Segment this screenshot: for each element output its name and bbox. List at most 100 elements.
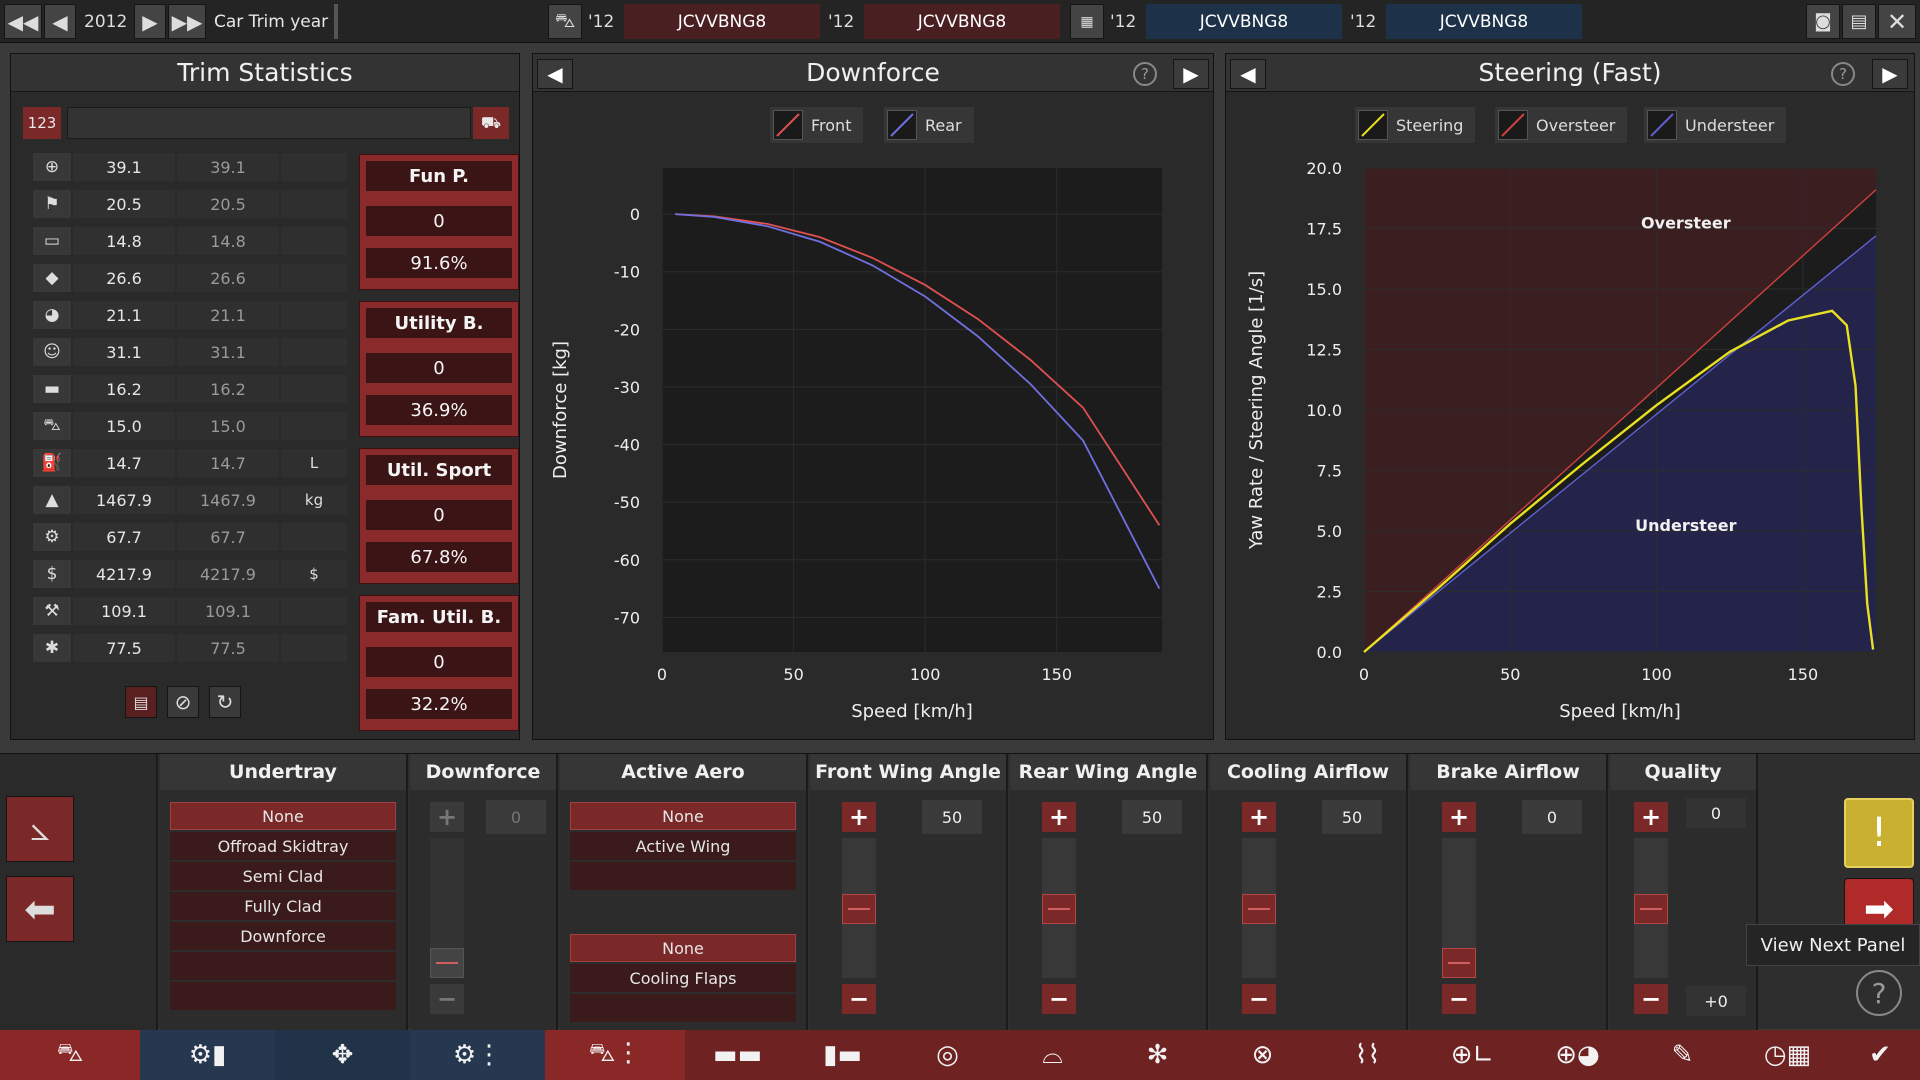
- nav-aero-icon[interactable]: ⌓: [1000, 1030, 1105, 1080]
- calculator-icon[interactable]: ▤: [1842, 4, 1876, 39]
- cooling-minus-button[interactable]: −: [1242, 984, 1276, 1014]
- front-wing-value[interactable]: 50: [922, 800, 982, 834]
- prev-graph-button[interactable]: ◀: [537, 59, 573, 89]
- downforce-slider-thumb[interactable]: [430, 948, 464, 978]
- nav-tuning-icon[interactable]: ✎: [1630, 1030, 1735, 1080]
- prev-year-button[interactable]: ◀: [44, 4, 76, 39]
- score-value: 0: [366, 647, 512, 677]
- active-wing-option-empty: [570, 862, 796, 890]
- nav-safety-icon[interactable]: ⊕◕: [1525, 1030, 1630, 1080]
- cooling-flaps-option[interactable]: Cooling Flaps: [570, 964, 796, 992]
- legend-swatch-understeer: [1647, 110, 1677, 140]
- demographic-score: Utility B. 0 36.9%: [359, 301, 519, 437]
- next-graph-button[interactable]: ▶: [1872, 59, 1908, 89]
- understeer-annotation: Understeer: [1635, 516, 1736, 535]
- help-icon[interactable]: ?: [1133, 62, 1157, 86]
- next-year-button[interactable]: ▶: [134, 4, 166, 39]
- compare-trim-2[interactable]: JCVVBNG8: [864, 4, 1060, 39]
- reset-icon[interactable]: ↻: [209, 686, 241, 718]
- nav-drivetrain-icon[interactable]: ⚙⋮: [410, 1030, 545, 1080]
- y-tick-label: 10.0: [1306, 401, 1342, 420]
- stat-unit: [281, 153, 347, 181]
- stat-row: ▬ 16.2 16.2: [33, 374, 347, 404]
- search-input[interactable]: [67, 107, 471, 139]
- engine-icon[interactable]: ▦: [1070, 4, 1104, 39]
- nav-wheels-icon[interactable]: ✻: [1105, 1030, 1210, 1080]
- stat-value: 26.6: [73, 264, 175, 292]
- rear-wing-minus-button[interactable]: −: [1042, 984, 1076, 1014]
- camera-icon[interactable]: ◙: [1806, 4, 1840, 39]
- cooling-value[interactable]: 50: [1322, 800, 1382, 834]
- rear-wing-value[interactable]: 50: [1122, 800, 1182, 834]
- nav-suspension-icon[interactable]: ✥: [275, 1030, 410, 1080]
- stat-compare-value: 20.5: [177, 190, 279, 218]
- skip-back-icon[interactable]: ◀◀: [4, 4, 42, 39]
- brake-minus-button[interactable]: −: [1442, 984, 1476, 1014]
- back-arrow-button[interactable]: ⬅: [6, 876, 74, 942]
- undertray-option-downforce[interactable]: Downforce: [170, 922, 396, 950]
- stat-value: 31.1: [73, 338, 175, 366]
- car-body-icon[interactable]: ⛍: [548, 4, 582, 39]
- clear-icon[interactable]: ⊘: [167, 686, 199, 718]
- skip-forward-icon[interactable]: ▶▶: [168, 4, 206, 39]
- nav-car-model-icon[interactable]: ⛍: [0, 1030, 140, 1080]
- legend-front: Front: [770, 107, 864, 143]
- next-graph-button[interactable]: ▶: [1173, 59, 1209, 89]
- cooling-flaps-option-none[interactable]: None: [570, 934, 796, 962]
- cooling-plus-button[interactable]: +: [1242, 802, 1276, 832]
- front-wing-plus-button[interactable]: +: [842, 802, 876, 832]
- prev-graph-button[interactable]: ◀: [1230, 59, 1266, 89]
- compare-trim-3[interactable]: JCVVBNG8: [1146, 4, 1342, 39]
- cooling-slider-thumb[interactable]: [1242, 894, 1276, 924]
- active-wing-option[interactable]: Active Wing: [570, 832, 796, 860]
- downforce-minus-button[interactable]: −: [430, 984, 464, 1014]
- quality-slider-thumb[interactable]: [1634, 894, 1668, 924]
- quality-plus-button[interactable]: +: [1634, 802, 1668, 832]
- nav-finish-icon[interactable]: ✔: [1840, 1030, 1920, 1080]
- downforce-value[interactable]: 0: [486, 800, 546, 834]
- nav-aerodynamics-icon[interactable]: ⌇⌇: [1315, 1030, 1420, 1080]
- score-name: Utility B.: [366, 308, 512, 338]
- help-icon[interactable]: ?: [1856, 970, 1902, 1016]
- column-header: Downforce: [410, 754, 556, 790]
- nav-body-icon[interactable]: ⛍⋮: [545, 1030, 685, 1080]
- nav-testing-icon[interactable]: ◷▦: [1735, 1030, 1840, 1080]
- stat-row: $ 4217.9 4217.9 $: [33, 559, 347, 589]
- quality-value[interactable]: 0: [1686, 798, 1746, 828]
- car-search-icon[interactable]: ⛟: [473, 107, 509, 139]
- angle-tool-icon[interactable]: ⦣: [6, 796, 74, 862]
- nav-brakes-icon[interactable]: ⊕∟: [1420, 1030, 1525, 1080]
- nav-tires-icon[interactable]: ⊗: [1210, 1030, 1315, 1080]
- undertray-option-fully-clad[interactable]: Fully Clad: [170, 892, 396, 920]
- active-wing-option-none[interactable]: None: [570, 802, 796, 830]
- downforce-slider-track[interactable]: [430, 838, 464, 954]
- compare-trim-1[interactable]: JCVVBNG8: [624, 4, 820, 39]
- notes-icon[interactable]: ▤: [125, 686, 157, 718]
- brake-value[interactable]: 0: [1522, 800, 1582, 834]
- number-filter-button[interactable]: 123: [23, 107, 61, 139]
- nav-chassis-icon[interactable]: ⚙▮: [140, 1030, 275, 1080]
- front-wing-minus-button[interactable]: −: [842, 984, 876, 1014]
- close-icon[interactable]: ✕: [1878, 4, 1916, 39]
- column-header: Brake Airflow: [1410, 754, 1606, 790]
- rear-wing-plus-button[interactable]: +: [1042, 802, 1076, 832]
- rear-wing-slider-thumb[interactable]: [1042, 894, 1076, 924]
- warning-icon[interactable]: !: [1844, 798, 1914, 868]
- nav-interior-icon[interactable]: ▬▬: [685, 1030, 790, 1080]
- undertray-option-semi-clad[interactable]: Semi Clad: [170, 862, 396, 890]
- undertray-option-offroad[interactable]: Offroad Skidtray: [170, 832, 396, 860]
- nav-headlights-icon[interactable]: ◎: [895, 1030, 1000, 1080]
- brake-plus-button[interactable]: +: [1442, 802, 1476, 832]
- score-name: Fam. Util. B.: [366, 602, 512, 632]
- help-icon[interactable]: ?: [1831, 62, 1855, 86]
- brake-slider-thumb[interactable]: [1442, 948, 1476, 978]
- compare-trim-4[interactable]: JCVVBNG8: [1386, 4, 1582, 39]
- downforce-plus-button[interactable]: +: [430, 802, 464, 832]
- legend-swatch-oversteer: [1498, 110, 1528, 140]
- nav-fixtures-icon[interactable]: ▮▬: [790, 1030, 895, 1080]
- stat-unit: [281, 190, 347, 218]
- legend-label: Steering: [1396, 115, 1464, 135]
- undertray-option-none[interactable]: None: [170, 802, 396, 830]
- quality-minus-button[interactable]: −: [1634, 984, 1668, 1014]
- front-wing-slider-thumb[interactable]: [842, 894, 876, 924]
